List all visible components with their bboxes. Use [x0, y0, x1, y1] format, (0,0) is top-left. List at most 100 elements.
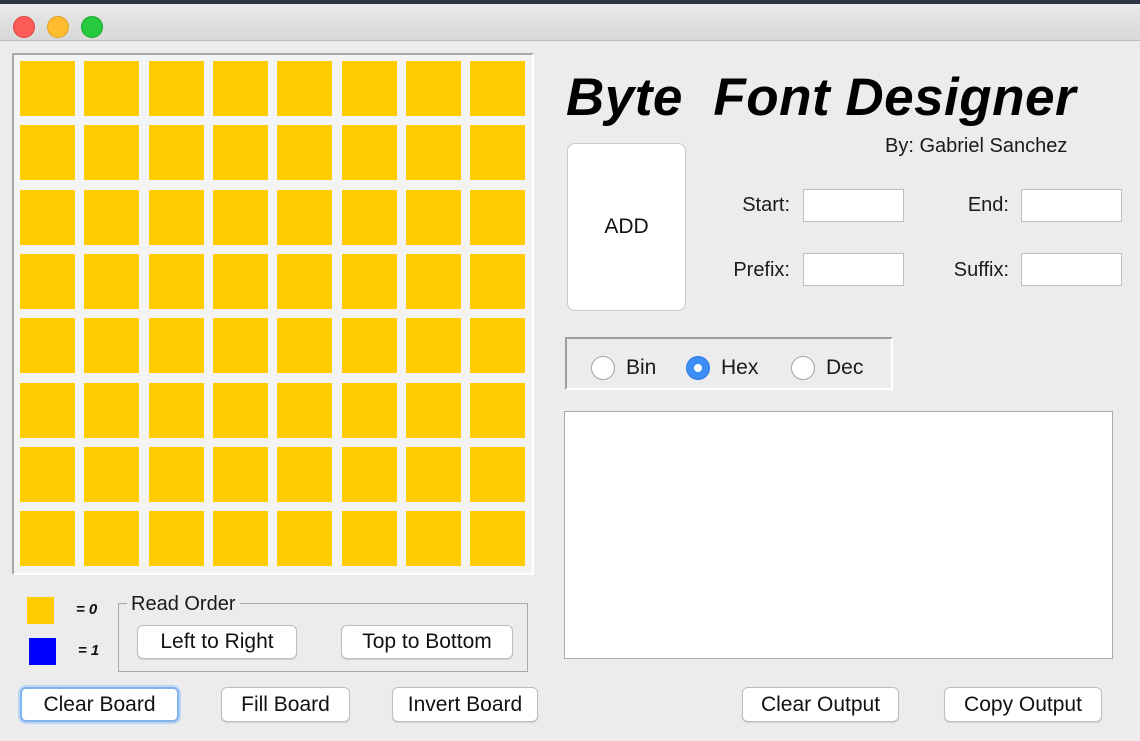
bin-radio-label[interactable]: Bin	[626, 356, 656, 380]
dec-radio[interactable]	[791, 356, 815, 380]
grid-cell[interactable]	[84, 511, 140, 567]
grid-cell[interactable]	[470, 511, 526, 567]
grid-cell[interactable]	[470, 125, 526, 181]
grid-cell[interactable]	[84, 382, 140, 438]
app-content: = 0 = 1 Read Order Left to Right Top to …	[0, 41, 1140, 741]
grid-cell[interactable]	[212, 318, 268, 374]
grid-cell[interactable]	[84, 318, 140, 374]
grid-cell[interactable]	[148, 382, 204, 438]
suffix-field[interactable]	[1021, 253, 1122, 286]
grid-cell[interactable]	[148, 253, 204, 309]
grid-cell[interactable]	[405, 189, 461, 245]
grid-cell[interactable]	[277, 189, 333, 245]
add-button[interactable]: ADD	[567, 143, 686, 311]
grid-cell[interactable]	[341, 253, 397, 309]
read-order-title: Read Order	[127, 593, 240, 616]
grid-cell[interactable]	[212, 253, 268, 309]
grid-cell[interactable]	[20, 511, 75, 567]
prefix-field[interactable]	[803, 253, 904, 286]
grid-cell[interactable]	[470, 253, 526, 309]
legend-zero-label: = 0	[76, 601, 98, 618]
legend-zero-swatch	[27, 597, 54, 624]
left-to-right-button[interactable]: Left to Right	[137, 625, 297, 659]
start-label: Start:	[742, 194, 790, 216]
grid-cell[interactable]	[341, 446, 397, 502]
grid-cell[interactable]	[148, 511, 204, 567]
start-field[interactable]	[803, 189, 904, 222]
grid-cell[interactable]	[20, 61, 75, 116]
grid-cell[interactable]	[277, 511, 333, 567]
grid-cell[interactable]	[405, 318, 461, 374]
grid-cell[interactable]	[470, 382, 526, 438]
grid-cell[interactable]	[341, 318, 397, 374]
grid-cell[interactable]	[84, 446, 140, 502]
grid-cell[interactable]	[277, 318, 333, 374]
grid-cell[interactable]	[277, 253, 333, 309]
clear-board-button[interactable]: Clear Board	[20, 687, 179, 722]
grid-cell[interactable]	[277, 382, 333, 438]
output-textarea[interactable]	[564, 411, 1113, 659]
grid-cell[interactable]	[405, 125, 461, 181]
grid-cell[interactable]	[20, 382, 75, 438]
invert-board-button[interactable]: Invert Board	[392, 687, 538, 722]
grid-cell[interactable]	[212, 61, 268, 116]
minimize-window-button[interactable]	[47, 16, 69, 38]
hex-radio[interactable]	[686, 356, 710, 380]
top-to-bottom-button[interactable]: Top to Bottom	[341, 625, 513, 659]
grid-cell[interactable]	[148, 61, 204, 116]
grid-cell[interactable]	[20, 253, 75, 309]
grid-cell[interactable]	[277, 61, 333, 116]
grid-cell[interactable]	[405, 253, 461, 309]
grid-cell[interactable]	[341, 511, 397, 567]
grid-cell[interactable]	[148, 318, 204, 374]
grid-cell[interactable]	[470, 61, 526, 116]
close-window-button[interactable]	[13, 16, 35, 38]
copy-output-button[interactable]: Copy Output	[944, 687, 1102, 722]
end-label: End:	[967, 194, 1009, 216]
grid-cell[interactable]	[20, 125, 75, 181]
grid-cell[interactable]	[470, 446, 526, 502]
hex-radio-label[interactable]: Hex	[721, 356, 758, 380]
legend-one-swatch	[29, 638, 56, 665]
clear-output-button[interactable]: Clear Output	[742, 687, 899, 722]
grid-cell[interactable]	[341, 382, 397, 438]
fill-board-button[interactable]: Fill Board	[221, 687, 350, 722]
grid-cell[interactable]	[470, 318, 526, 374]
window-titlebar[interactable]	[0, 4, 1140, 41]
grid-cell[interactable]	[470, 189, 526, 245]
grid-cell[interactable]	[212, 382, 268, 438]
legend-one-label: = 1	[78, 642, 100, 659]
dec-radio-label[interactable]: Dec	[826, 356, 863, 380]
prefix-label: Prefix:	[733, 259, 790, 281]
maximize-window-button[interactable]	[81, 16, 103, 38]
grid-cell[interactable]	[277, 446, 333, 502]
grid-cell[interactable]	[84, 189, 140, 245]
grid-cell[interactable]	[20, 318, 75, 374]
grid-cell[interactable]	[212, 125, 268, 181]
bin-radio[interactable]	[591, 356, 615, 380]
grid-cell[interactable]	[84, 125, 140, 181]
grid-cell[interactable]	[20, 189, 75, 245]
grid-cell[interactable]	[148, 446, 204, 502]
grid-cell[interactable]	[341, 125, 397, 181]
pixel-grid	[12, 53, 534, 575]
grid-cell[interactable]	[212, 511, 268, 567]
grid-cell[interactable]	[20, 446, 75, 502]
grid-cell[interactable]	[405, 61, 461, 116]
app-title: Byte Font Designer	[566, 68, 1077, 127]
author-label: By: Gabriel Sanchez	[885, 135, 1068, 157]
end-field[interactable]	[1021, 189, 1122, 222]
grid-cell[interactable]	[148, 189, 204, 245]
grid-cell[interactable]	[84, 61, 140, 116]
grid-cell[interactable]	[405, 446, 461, 502]
grid-cell[interactable]	[405, 382, 461, 438]
grid-cell[interactable]	[341, 61, 397, 116]
suffix-label: Suffix:	[953, 259, 1009, 281]
grid-cell[interactable]	[341, 189, 397, 245]
grid-cell[interactable]	[84, 253, 140, 309]
grid-cell[interactable]	[277, 125, 333, 181]
grid-cell[interactable]	[148, 125, 204, 181]
grid-cell[interactable]	[212, 446, 268, 502]
grid-cell[interactable]	[212, 189, 268, 245]
grid-cell[interactable]	[405, 511, 461, 567]
